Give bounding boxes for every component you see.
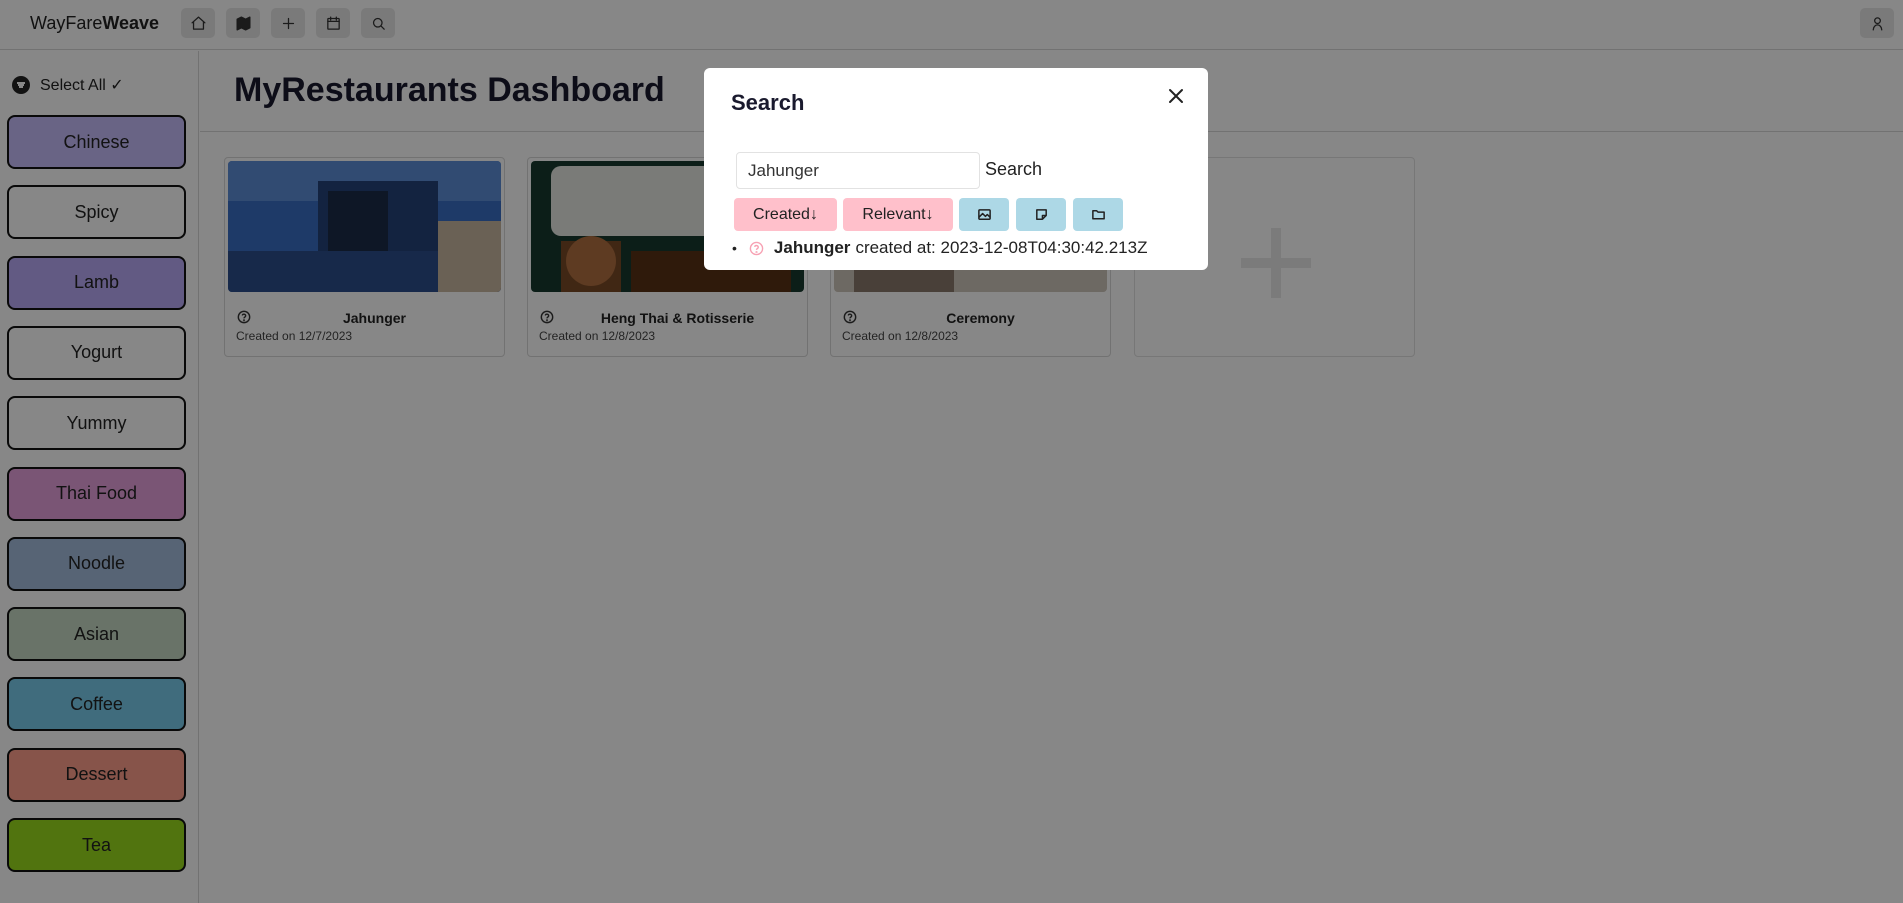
folder-icon xyxy=(1091,210,1105,220)
search-input[interactable] xyxy=(736,152,980,189)
sort-relevant-button[interactable]: Relevant↓ xyxy=(843,198,953,231)
question-icon xyxy=(749,241,764,256)
close-button[interactable] xyxy=(1164,84,1188,108)
close-icon xyxy=(1169,89,1183,103)
filter-images-button[interactable] xyxy=(959,198,1009,231)
result-name: Jahunger xyxy=(773,238,851,257)
result-created: created at: 2023-12-08T04:30:42.213Z xyxy=(855,238,1148,257)
search-submit-button[interactable]: Search xyxy=(985,159,1042,180)
search-result-item[interactable]: • Jahunger created at: 2023-12-08T04:30:… xyxy=(732,238,1147,258)
note-icon xyxy=(1035,209,1047,220)
sort-created-button[interactable]: Created↓ xyxy=(734,198,837,231)
filter-folders-button[interactable] xyxy=(1073,198,1123,231)
modal-title: Search xyxy=(731,90,805,115)
search-modal: Search Search Created↓ Relevant↓ • Jahun… xyxy=(704,68,1208,270)
image-icon xyxy=(977,209,991,220)
filter-notes-button[interactable] xyxy=(1016,198,1066,231)
